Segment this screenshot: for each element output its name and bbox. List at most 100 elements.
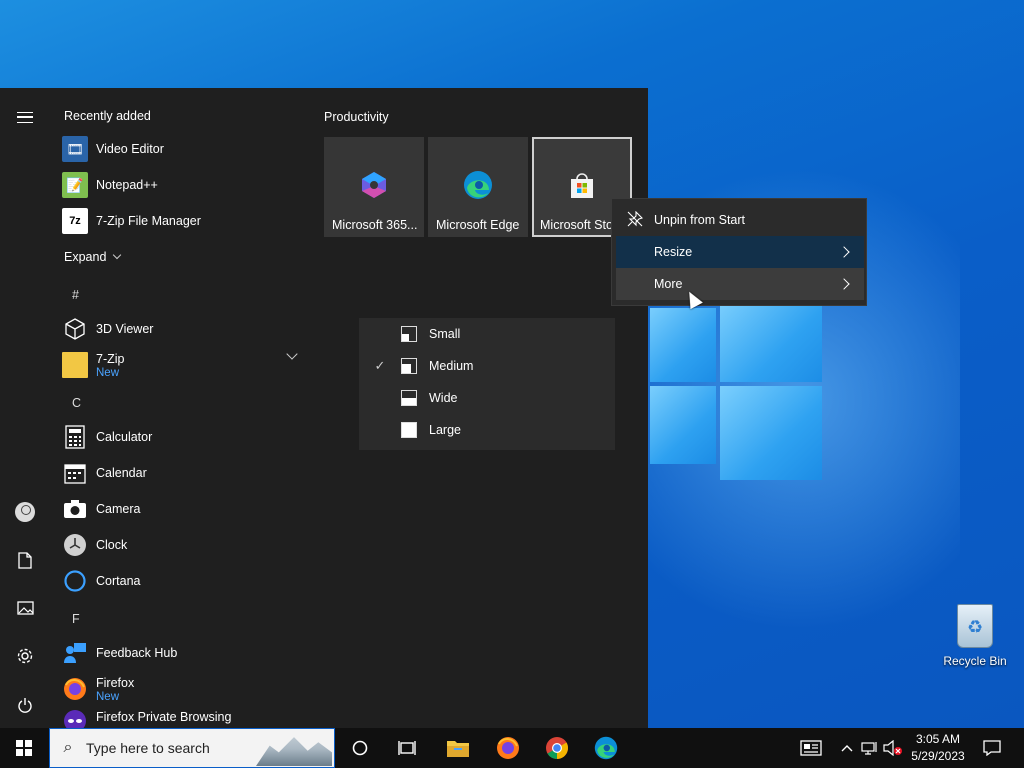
tile-microsoft-365[interactable]: Microsoft 365... [324,137,424,237]
hamburger-icon [17,111,33,123]
recycle-bin[interactable]: Recycle Bin [940,600,1010,668]
taskbar-clock[interactable]: 3:05 AM 5/29/2023 [906,731,970,765]
app-name: Clock [96,538,128,552]
app-3d-viewer[interactable]: 3D Viewer [62,312,302,346]
letter-header-c[interactable]: C [72,396,81,410]
taskbar-firefox[interactable] [485,728,531,768]
folder-icon [447,741,469,757]
settings-button[interactable] [10,641,40,671]
chevron-right-icon [838,246,850,258]
feedback-hub-icon [62,640,88,666]
news-and-interests-button[interactable] [796,728,826,768]
app-clock[interactable]: Clock [62,528,302,562]
cortana-button[interactable] [337,728,383,768]
app-feedback-hub[interactable]: Feedback Hub [62,636,302,670]
resize-medium-option[interactable]: ✓ Medium [359,350,615,382]
app-7zip-folder[interactable]: 7-Zip New [62,348,302,382]
new-badge: New [96,690,120,703]
taskbar-edge[interactable] [583,728,629,768]
app-calculator[interactable]: Calculator [62,420,302,454]
notepad-plus-plus-icon: 📝 [62,172,88,198]
app-notepad-plus-plus[interactable]: 📝 Notepad++ [62,168,302,202]
volume-button[interactable] [882,728,904,768]
resize-small-icon [401,326,417,342]
app-name: Camera [96,502,141,516]
context-item-label: More [654,277,683,291]
app-name: Calendar [96,466,147,480]
chevron-right-icon [838,278,850,290]
show-hidden-icons-button[interactable] [838,728,856,768]
resize-option-label: Large [429,423,461,437]
app-name: Firefox [96,675,135,690]
7zip-icon: 7z [62,208,88,234]
tile-label: Microsoft Store [540,218,612,232]
unpin-icon [616,210,654,230]
resize-option-label: Small [429,327,461,341]
recycle-bin-icon [957,604,993,648]
taskbar-search-box[interactable]: ⌕ Type here to search [49,728,335,768]
app-video-editor[interactable]: 🎞 Video Editor [62,132,302,166]
resize-small-option[interactable]: Small [359,318,615,350]
letter-header-hash[interactable]: # [72,288,79,302]
calculator-icon [62,424,88,450]
app-calendar[interactable]: Calendar [62,456,302,490]
app-cortana[interactable]: Cortana [62,564,302,598]
more-item[interactable]: More [616,268,864,300]
clock-date: 5/29/2023 [911,749,965,763]
wallpaper-window-pane [650,386,716,464]
tile-context-menu: Unpin from Start Resize More [611,198,867,306]
edge-icon [594,736,618,760]
resize-wide-icon [401,390,417,406]
camera-icon [62,496,88,522]
app-7zip-file-manager[interactable]: 7z 7-Zip File Manager [62,204,302,238]
context-item-label: Unpin from Start [654,213,746,227]
unpin-from-start-item[interactable]: Unpin from Start [616,204,864,236]
hamburger-menu-button[interactable] [10,102,40,132]
task-view-button[interactable] [384,728,430,768]
tile-group-title[interactable]: Productivity [324,110,389,124]
account-button[interactable] [10,497,40,527]
user-avatar-icon [15,502,35,522]
tile-microsoft-edge[interactable]: Microsoft Edge [428,137,528,237]
app-name: Video Editor [96,142,164,156]
cube-icon [62,316,88,342]
wallpaper-window-pane [720,302,822,382]
edge-icon [464,171,492,199]
app-name: Cortana [96,574,141,588]
document-icon [18,551,32,569]
resize-wide-option[interactable]: Wide [359,382,615,414]
app-firefox[interactable]: Firefox New [62,672,302,706]
search-placeholder: Type here to search [86,740,210,756]
new-badge: New [96,366,120,379]
letter-header-f[interactable]: F [72,612,80,626]
start-menu: Recently added 🎞 Video Editor 📝 Notepad+… [0,88,648,728]
calendar-icon [62,460,88,486]
app-firefox-private-browsing[interactable]: Firefox Private Browsing [62,708,302,728]
taskbar-file-explorer[interactable] [435,728,481,768]
cortana-circle-icon [352,740,368,756]
taskbar-chrome[interactable] [534,728,580,768]
documents-button[interactable] [10,545,40,575]
folder-icon [62,352,88,378]
action-center-button[interactable] [978,728,1006,768]
wallpaper-window-pane [720,386,822,480]
firefox-icon [497,737,519,759]
volume-muted-icon [883,740,902,756]
network-button[interactable] [860,728,880,768]
pictures-icon [16,601,34,615]
resize-large-option[interactable]: Large [359,414,615,446]
news-icon [800,740,822,756]
recycle-bin-label: Recycle Bin [943,654,1007,668]
wallpaper-window-pane [650,308,716,382]
start-button[interactable] [0,728,48,768]
app-camera[interactable]: Camera [62,492,302,526]
app-name: Firefox Private Browsing [96,710,232,724]
pictures-button[interactable] [10,593,40,623]
cortana-icon [62,568,88,594]
store-icon [571,173,593,198]
notification-icon [983,740,1001,756]
resize-item[interactable]: Resize [616,236,864,268]
power-button[interactable] [10,690,40,720]
app-name: 3D Viewer [96,322,154,336]
expand-button[interactable]: Expand [64,250,122,264]
